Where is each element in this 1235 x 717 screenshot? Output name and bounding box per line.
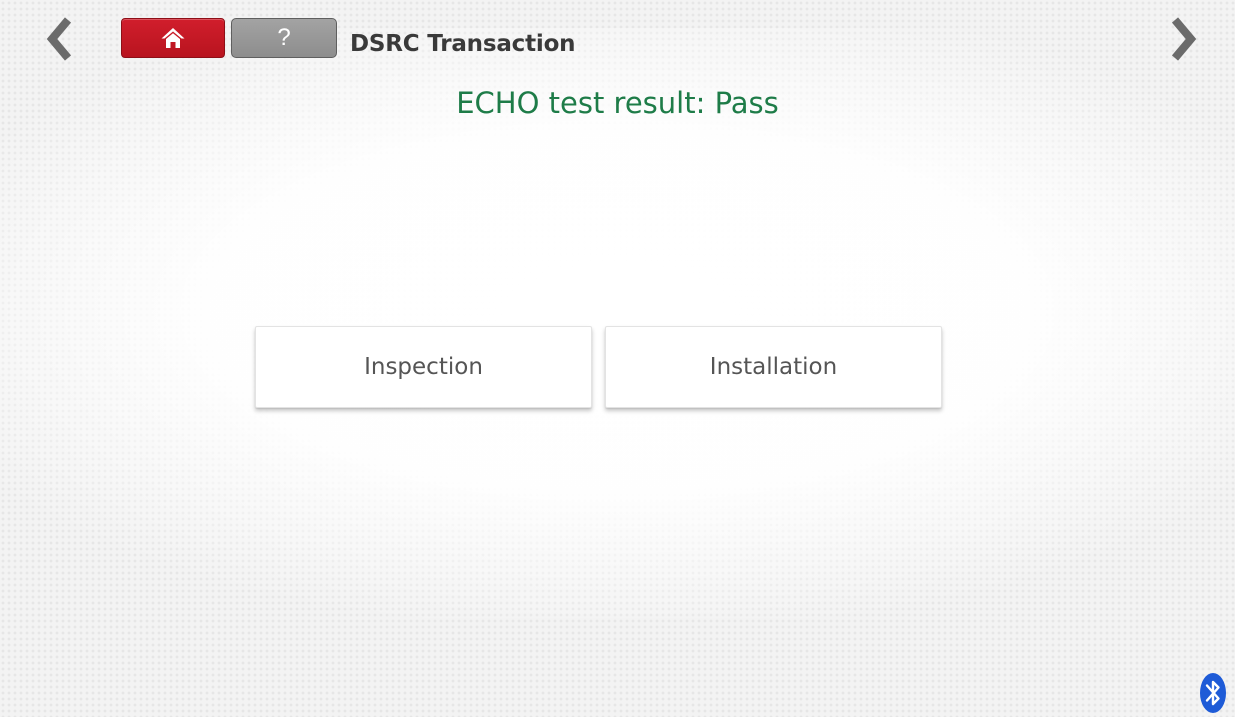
page-title: DSRC Transaction xyxy=(350,31,576,57)
next-page-button[interactable] xyxy=(1169,16,1199,62)
chevron-left-icon xyxy=(46,17,72,61)
inspection-label: Inspection xyxy=(364,354,483,380)
help-button[interactable]: ? xyxy=(231,18,337,58)
inspection-button[interactable]: Inspection xyxy=(255,326,592,408)
chevron-right-icon xyxy=(1171,17,1197,61)
installation-button[interactable]: Installation xyxy=(605,326,942,408)
home-icon xyxy=(161,28,185,48)
bluetooth-icon xyxy=(1199,672,1227,714)
echo-test-result: ECHO test result: Pass xyxy=(456,86,779,120)
installation-label: Installation xyxy=(709,354,838,380)
previous-page-button[interactable] xyxy=(44,16,74,62)
home-button[interactable] xyxy=(121,18,225,58)
